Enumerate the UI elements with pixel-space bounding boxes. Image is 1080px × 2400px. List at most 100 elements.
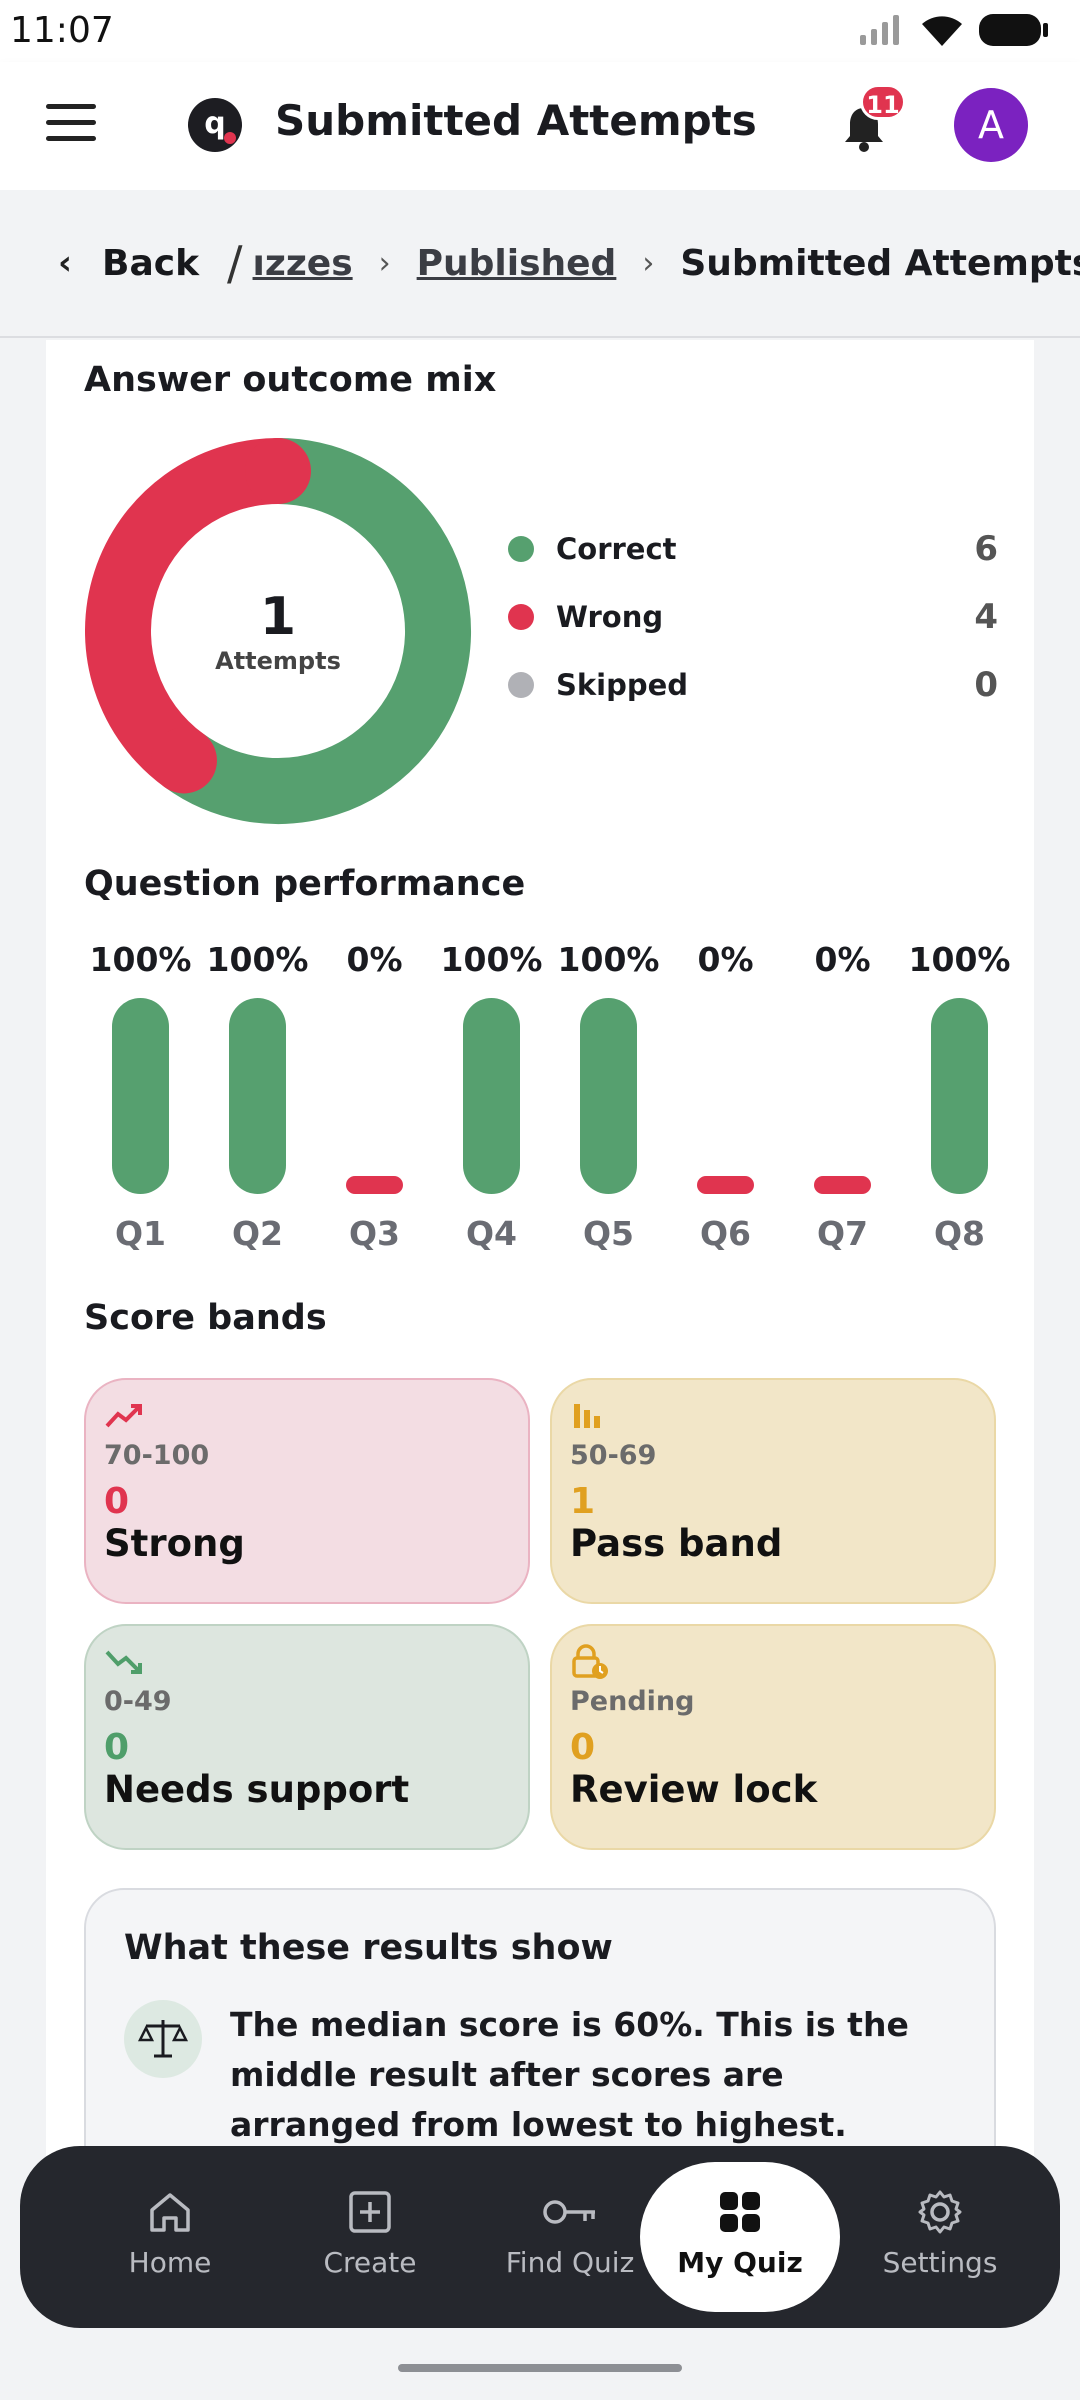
bar-category-label: Q3 xyxy=(348,1214,400,1253)
bar-column-q5[interactable]: 100% Q5 xyxy=(550,940,667,1260)
band-strong[interactable]: 70-100 0 Strong xyxy=(84,1378,530,1604)
breadcrumb-separator: / xyxy=(227,236,243,290)
gear-icon xyxy=(918,2190,962,2234)
back-link[interactable]: Back xyxy=(102,243,199,284)
legend-label: Skipped xyxy=(556,668,689,702)
skipped-dot-icon xyxy=(508,672,534,698)
bottom-nav: Home Create Find Quiz My Quiz Settings xyxy=(20,2146,1060,2328)
band-count: 0 xyxy=(104,1727,130,1768)
signal-icon xyxy=(860,15,899,45)
nav-settings[interactable]: Settings xyxy=(840,2162,1040,2312)
band-review-lock[interactable]: Pending 0 Review lock xyxy=(550,1624,996,1850)
bar-q7 xyxy=(814,1176,871,1194)
breadcrumb-published[interactable]: Published xyxy=(417,243,617,284)
legend-item-wrong: Wrong 4 xyxy=(508,583,998,651)
grid-icon xyxy=(720,2192,760,2232)
bar-category-label: Q7 xyxy=(816,1214,868,1253)
status-time: 11:07 xyxy=(10,10,114,51)
plus-square-icon xyxy=(349,2191,391,2233)
band-count: 0 xyxy=(570,1727,596,1768)
band-range: 0-49 xyxy=(104,1686,172,1717)
bar-value-label: 0% xyxy=(814,940,871,979)
nav-label: Create xyxy=(323,2246,417,2279)
lock-clock-icon xyxy=(572,1644,608,1679)
wrong-dot-icon xyxy=(508,604,534,630)
menu-icon[interactable] xyxy=(46,104,96,144)
legend-label: Correct xyxy=(556,532,677,566)
bar-column-q3[interactable]: 0% Q3 xyxy=(316,940,433,1260)
bar-q5 xyxy=(580,998,637,1194)
bar-q8 xyxy=(931,998,988,1194)
bar-column-q6[interactable]: 0% Q6 xyxy=(667,940,784,1260)
bar-category-label: Q2 xyxy=(231,1214,283,1253)
bar-q2 xyxy=(229,998,286,1194)
bar-value-label: 0% xyxy=(346,940,403,979)
bar-column-q1[interactable]: 100% Q1 xyxy=(82,940,199,1260)
notification-badge: 11 xyxy=(860,84,906,120)
bar-value-label: 100% xyxy=(557,940,660,979)
bar-column-q2[interactable]: 100% Q2 xyxy=(199,940,316,1260)
attempts-count: 1 xyxy=(259,587,297,647)
home-indicator xyxy=(398,2364,682,2372)
chevron-right-icon: › xyxy=(378,245,391,281)
band-needs-support[interactable]: 0-49 0 Needs support xyxy=(84,1624,530,1850)
trending-down-icon xyxy=(105,1650,142,1674)
outcome-legend: Correct 6 Wrong 4 Skipped 0 xyxy=(508,515,998,719)
band-name: Pass band xyxy=(570,1522,783,1565)
performance-title: Question performance xyxy=(84,864,526,904)
bar-column-q4[interactable]: 100% Q4 xyxy=(433,940,550,1260)
chevron-right-icon: › xyxy=(642,245,655,281)
bar-category-label: Q4 xyxy=(465,1214,517,1253)
bar-column-q8[interactable]: 100% Q8 xyxy=(901,940,1018,1260)
band-name: Strong xyxy=(104,1522,245,1565)
nav-label: My Quiz xyxy=(677,2246,803,2279)
results-card: Answer outcome mix 1 Attempts Correct 6 … xyxy=(46,340,1034,2188)
band-count: 1 xyxy=(570,1481,596,1522)
results-summary: What these results show The median score… xyxy=(84,1888,996,2188)
scale-icon xyxy=(124,2000,202,2078)
correct-dot-icon xyxy=(508,536,534,562)
status-icons xyxy=(858,12,1050,48)
bar-category-label: Q8 xyxy=(933,1214,985,1253)
bar-value-label: 0% xyxy=(697,940,754,979)
bar-category-label: Q5 xyxy=(582,1214,634,1253)
nav-home[interactable]: Home xyxy=(70,2162,270,2312)
key-icon xyxy=(543,2200,595,2224)
legend-count: 0 xyxy=(974,665,998,705)
nav-label: Home xyxy=(128,2246,212,2279)
bar-value-label: 100% xyxy=(206,940,309,979)
band-name: Review lock xyxy=(570,1768,818,1811)
bar-category-label: Q1 xyxy=(114,1214,166,1253)
band-pass[interactable]: 50-69 1 Pass band xyxy=(550,1378,996,1604)
bar-chart-icon xyxy=(574,1404,600,1428)
status-bar: 11:07 xyxy=(0,0,1080,62)
nav-create[interactable]: Create xyxy=(270,2162,470,2312)
breadcrumb-quizzes[interactable]: ızzes xyxy=(253,243,353,284)
outcome-title: Answer outcome mix xyxy=(84,360,497,400)
nav-my-quiz[interactable]: My Quiz xyxy=(640,2162,840,2312)
trending-up-icon xyxy=(105,1404,142,1428)
bar-category-label: Q6 xyxy=(699,1214,751,1253)
home-icon xyxy=(150,2193,190,2232)
band-range: 70-100 xyxy=(104,1440,210,1471)
breadcrumb-current: Submitted Attempts xyxy=(680,242,1080,284)
attempts-label: Attempts xyxy=(215,647,341,675)
legend-item-correct: Correct 6 xyxy=(508,515,998,583)
band-range: Pending xyxy=(570,1686,695,1717)
app-logo: q xyxy=(188,98,242,152)
nav-label: Settings xyxy=(882,2246,998,2279)
band-name: Needs support xyxy=(104,1768,410,1811)
chevron-left-icon[interactable]: ‹ xyxy=(58,243,72,283)
question-performance-chart: 100% Q1 100% Q2 0% Q3 100% Q4 100% Q5 0% Q6 0% Q7 100%… xyxy=(82,940,1011,1260)
legend-count: 4 xyxy=(974,597,998,637)
bar-column-q7[interactable]: 0% Q7 xyxy=(784,940,901,1260)
donut-center: 1 Attempts xyxy=(82,435,474,827)
bar-value-label: 100% xyxy=(908,940,1011,979)
band-count: 0 xyxy=(104,1481,130,1522)
breadcrumb: ‹ Back / ızzes › Published › Submitted A… xyxy=(0,190,1080,338)
app-bar: q Submitted Attempts 11 A xyxy=(0,62,1080,190)
legend-label: Wrong xyxy=(556,600,664,634)
bands-title: Score bands xyxy=(84,1298,327,1338)
avatar[interactable]: A xyxy=(954,88,1028,162)
bar-q4 xyxy=(463,998,520,1194)
